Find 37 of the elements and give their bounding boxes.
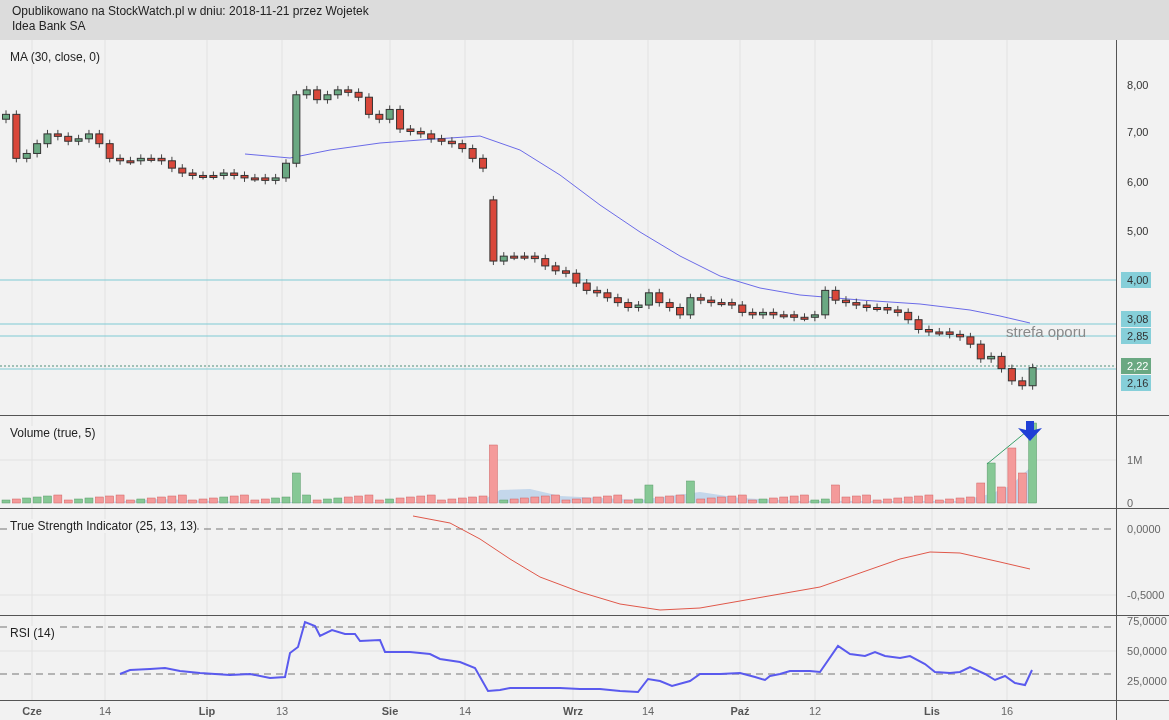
price-tag: 2,16 <box>1121 375 1152 391</box>
price-tag: 2,85 <box>1121 328 1152 344</box>
indicator-label: RSI (14) <box>10 626 55 640</box>
instrument-name: Idea Bank SA <box>12 19 87 34</box>
date-label: Wrz <box>562 705 584 717</box>
axis-label: 6,00 <box>1126 175 1150 190</box>
axis-label: 7,00 <box>1126 125 1150 140</box>
date-label: Paź <box>729 705 751 717</box>
price-tag: 3,08 <box>1121 311 1152 327</box>
price-tag: 2,22 <box>1121 358 1152 374</box>
axis-label: 8,00 <box>1126 78 1150 93</box>
axis-label: 75,0000 <box>1126 614 1168 629</box>
date-label: Lis <box>923 705 941 717</box>
axis-label: 5,00 <box>1126 224 1150 239</box>
date-label: Sie <box>380 705 400 717</box>
indicator-label: Volume (true, 5) <box>10 426 96 440</box>
date-label: 14 <box>640 705 656 717</box>
indicator-label: True Strength Indicator (25, 13, 13) <box>10 519 197 533</box>
price-tag: 4,00 <box>1121 272 1152 288</box>
date-label: 12 <box>807 705 823 717</box>
resistance-zone-label: strefa oporu <box>1006 323 1087 340</box>
date-label: 16 <box>999 705 1015 717</box>
published-info: Opublikowano na StockWatch.pl w dniu: 2018-11-21 przez Wojetek <box>12 4 370 19</box>
axis-label: 0 <box>1126 496 1135 511</box>
trend-line <box>986 431 1027 465</box>
axis-label: 50,0000 <box>1126 644 1168 659</box>
arrow-down-icon <box>1018 421 1042 441</box>
date-label: 14 <box>97 705 113 717</box>
date-label: 14 <box>457 705 473 717</box>
axis-label: 25,0000 <box>1126 674 1168 689</box>
date-label: 13 <box>274 705 290 717</box>
axis-label: 0,0000 <box>1126 522 1162 537</box>
axis-label: -0,5000 <box>1126 588 1166 603</box>
axis-label: 1M <box>1126 453 1144 468</box>
date-label: Lip <box>197 705 217 717</box>
date-label: Cze <box>21 705 43 717</box>
indicator-label: MA (30, close, 0) <box>10 50 101 64</box>
